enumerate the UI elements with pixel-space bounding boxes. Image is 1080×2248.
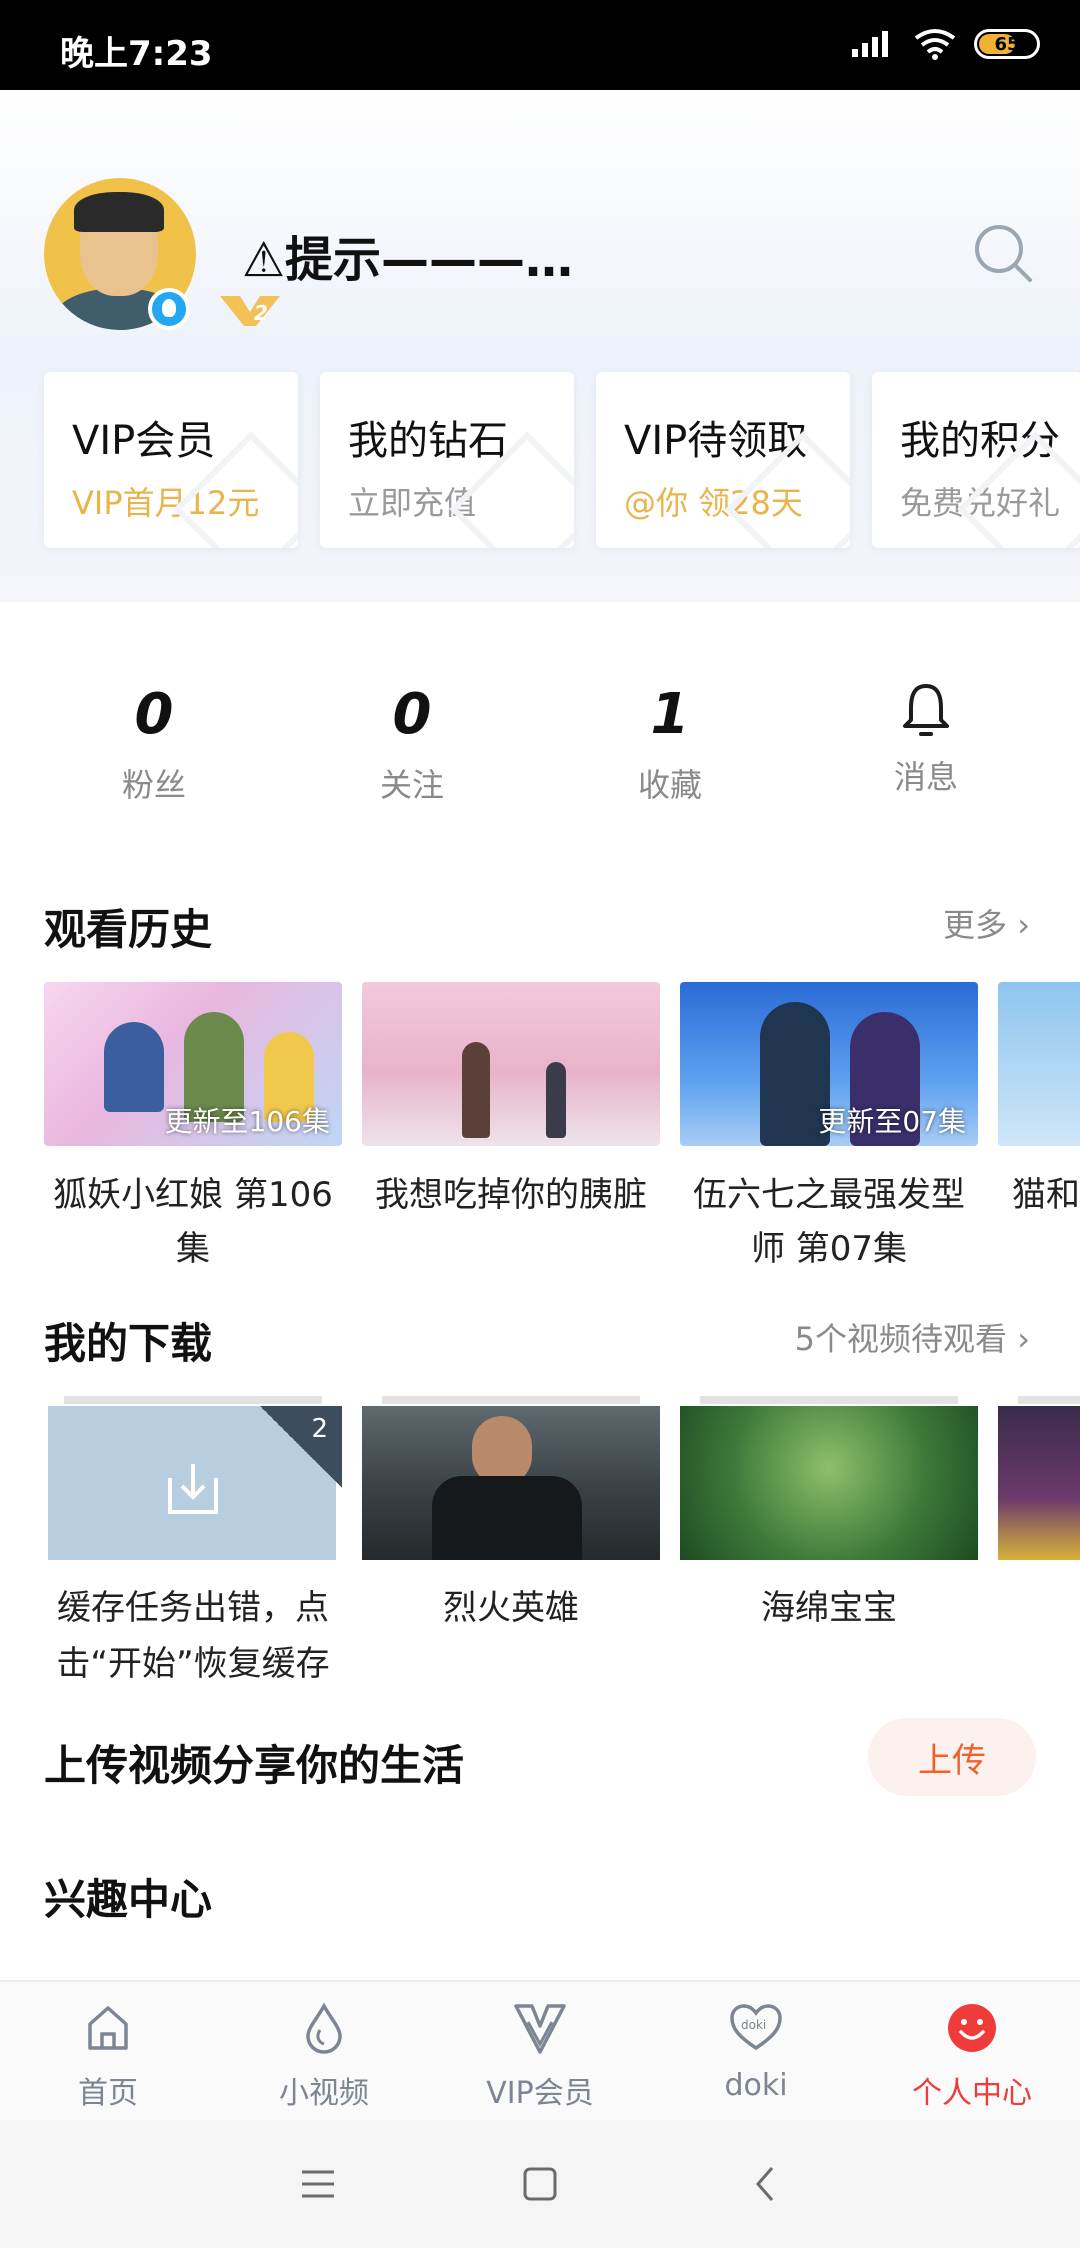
stat-label: 关注 bbox=[379, 766, 444, 804]
drop-icon bbox=[306, 2002, 342, 2054]
history-thumbnail: 更新至106集 bbox=[44, 982, 342, 1146]
search-icon[interactable] bbox=[972, 222, 1034, 284]
bottom-tab-bar: 首页 小视频 VIP会员 doki doki 个人中心 bbox=[0, 1980, 1080, 2120]
history-item[interactable]: 更新至07集 伍六七之最强发型师 第07集 bbox=[680, 982, 978, 1272]
card-vip-pending[interactable]: VIP待领取 @你 领28天 bbox=[596, 372, 850, 548]
history-item[interactable]: 猫和 bbox=[998, 982, 1080, 1222]
bell-icon bbox=[903, 684, 949, 736]
tab-label: 首页 bbox=[78, 2076, 138, 2111]
system-nav-bar bbox=[0, 2120, 1080, 2248]
tab-vip[interactable]: VIP会员 bbox=[432, 2000, 648, 2112]
history-list: 更新至106集 狐妖小红娘 第106集 我想吃掉你的胰脏 更新至07集 伍六七之… bbox=[44, 982, 1080, 1272]
video-frame bbox=[998, 1406, 1080, 1560]
profile-header: 2 ⚠提示———… VIP会员 VIP首月12元 我的钻石 立即充值 VIP待领… bbox=[0, 90, 1080, 602]
history-item-title: 狐妖小红娘 第106集 bbox=[53, 1175, 333, 1269]
username[interactable]: ⚠提示———… bbox=[242, 220, 573, 290]
history-thumbnail bbox=[362, 982, 660, 1146]
home-icon bbox=[88, 2006, 128, 2050]
stat-label: 粉丝 bbox=[121, 766, 186, 804]
svg-text:2: 2 bbox=[254, 301, 268, 325]
menu-icon[interactable] bbox=[294, 2160, 342, 2208]
vip-icon bbox=[514, 2004, 566, 2054]
stat-fans[interactable]: 0 粉丝 bbox=[54, 680, 254, 806]
history-thumbnail: 更新至07集 bbox=[680, 982, 978, 1146]
download-item-title: 烈火英雄 bbox=[443, 1588, 579, 1628]
tab-short-video[interactable]: 小视频 bbox=[216, 2000, 432, 2112]
upload-prompt: 上传视频分享你的生活 bbox=[44, 1741, 465, 1790]
download-count-badge: 2 bbox=[260, 1406, 342, 1488]
figure-shape bbox=[104, 1022, 164, 1112]
history-more-link[interactable]: 更多 › bbox=[943, 900, 1030, 946]
download-thumbnail bbox=[680, 1396, 978, 1560]
figure-shape bbox=[546, 1062, 566, 1138]
downloads-more-link[interactable]: 5个视频待观看 › bbox=[795, 1314, 1030, 1360]
tab-label: 小视频 bbox=[279, 2076, 369, 2111]
tab-label: doki bbox=[724, 2068, 788, 2103]
stat-value: 0 bbox=[392, 682, 432, 747]
downloads-title: 我的下载 bbox=[44, 1319, 213, 1368]
download-item-title: 海绵宝宝 bbox=[761, 1588, 897, 1628]
tab-label: 个人中心 bbox=[912, 2076, 1032, 2111]
tab-home[interactable]: 首页 bbox=[0, 2000, 216, 2112]
home-square-icon[interactable] bbox=[516, 2160, 564, 2208]
download-thumbnail bbox=[998, 1396, 1080, 1560]
stat-messages[interactable]: 消息 bbox=[826, 680, 1026, 798]
battery-level: 65 bbox=[994, 33, 1020, 55]
update-badge: 更新至106集 bbox=[164, 1105, 330, 1138]
figure-shape bbox=[432, 1476, 582, 1560]
svg-text:doki: doki bbox=[741, 2018, 766, 2032]
video-frame bbox=[680, 1406, 978, 1560]
status-time: 晚上7:23 bbox=[60, 34, 213, 74]
update-badge: 更新至07集 bbox=[818, 1105, 966, 1138]
vip-cards: VIP会员 VIP首月12元 我的钻石 立即充值 VIP待领取 @你 领28天 … bbox=[44, 372, 1080, 548]
upload-button[interactable]: 上传 bbox=[868, 1718, 1036, 1796]
battery-icon: 65 bbox=[974, 29, 1040, 59]
card-my-diamond[interactable]: 我的钻石 立即充值 bbox=[320, 372, 574, 548]
smile-icon bbox=[948, 2004, 996, 2052]
history-item-title: 伍六七之最强发型师 第07集 bbox=[693, 1175, 965, 1269]
tab-doki[interactable]: doki doki bbox=[648, 2000, 864, 2103]
stat-value: 1 bbox=[650, 682, 690, 747]
download-icon bbox=[168, 1464, 218, 1514]
status-icons: 65 bbox=[852, 28, 1040, 60]
history-item[interactable]: 更新至106集 狐妖小红娘 第106集 bbox=[44, 982, 342, 1272]
vip-level-2-icon[interactable]: 2 bbox=[218, 290, 282, 328]
download-count: 2 bbox=[311, 1414, 328, 1444]
back-icon[interactable] bbox=[742, 2160, 790, 2208]
card-vip-member[interactable]: VIP会员 VIP首月12元 bbox=[44, 372, 298, 548]
history-item-title: 我想吃掉你的胰脏 bbox=[375, 1175, 647, 1215]
history-item-title: 猫和 bbox=[1012, 1175, 1080, 1215]
video-frame bbox=[362, 1406, 660, 1560]
tab-label: VIP会员 bbox=[486, 2076, 594, 2111]
download-item[interactable]: 海绵宝宝 bbox=[680, 1396, 978, 1636]
wifi-icon bbox=[914, 29, 956, 60]
downloads-list: 2 缓存任务出错，点击“开始”恢复缓存 烈火英雄 海绵宝宝 bbox=[44, 1396, 1080, 1696]
stat-following[interactable]: 0 关注 bbox=[312, 680, 512, 806]
stat-label: 消息 bbox=[893, 758, 958, 796]
status-bar: 晚上7:23 65 bbox=[0, 0, 1080, 90]
stats-row: 0 粉丝 0 关注 1 收藏 消息 bbox=[0, 680, 1080, 820]
stat-label: 收藏 bbox=[637, 766, 702, 804]
stat-favorites[interactable]: 1 收藏 bbox=[570, 680, 770, 806]
history-thumbnail bbox=[998, 982, 1080, 1146]
download-thumbnail: 2 bbox=[44, 1396, 342, 1560]
stat-value: 0 bbox=[134, 682, 174, 747]
history-item[interactable]: 我想吃掉你的胰脏 bbox=[362, 982, 660, 1222]
download-thumbnail bbox=[362, 1396, 660, 1560]
history-title: 观看历史 bbox=[44, 905, 213, 954]
signal-icon bbox=[852, 31, 888, 57]
interest-center-title: 兴趣中心 bbox=[44, 1875, 213, 1924]
download-item-title: 缓存任务出错，点击“开始”恢复缓存 bbox=[56, 1588, 330, 1684]
download-item[interactable]: 烈火英雄 bbox=[362, 1396, 660, 1636]
doki-heart-icon: doki bbox=[730, 2004, 782, 2051]
qq-badge-icon bbox=[148, 288, 190, 330]
tab-profile[interactable]: 个人中心 bbox=[864, 2000, 1080, 2112]
download-item[interactable] bbox=[998, 1396, 1080, 1580]
download-item[interactable]: 2 缓存任务出错，点击“开始”恢复缓存 bbox=[44, 1396, 342, 1692]
figure-shape bbox=[462, 1042, 490, 1138]
card-my-points[interactable]: 我的积分 免费兑好礼 bbox=[872, 372, 1080, 548]
